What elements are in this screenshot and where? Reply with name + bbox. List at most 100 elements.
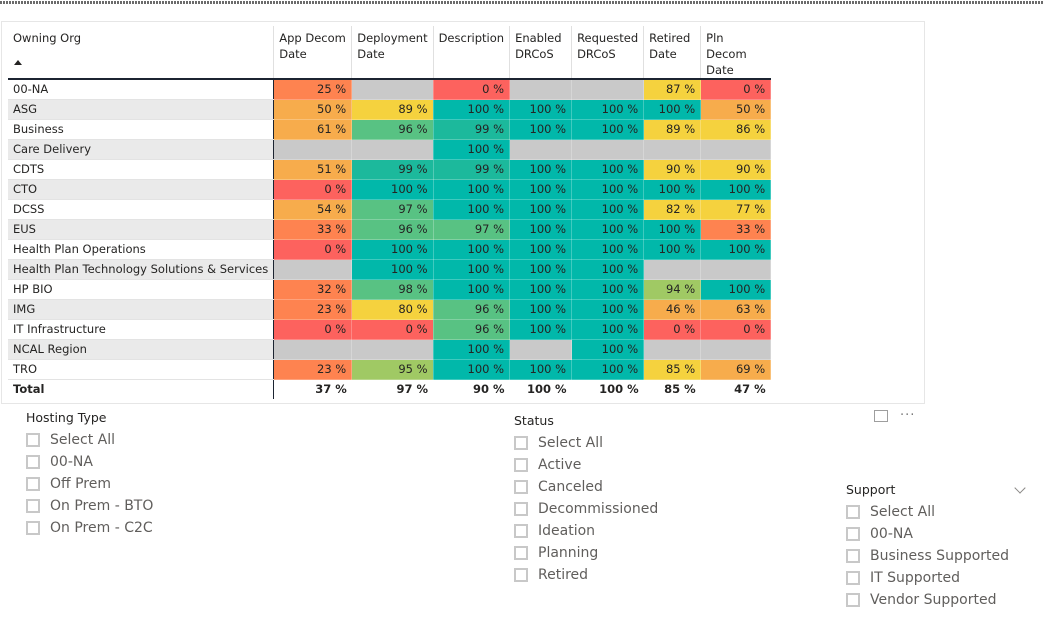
value-cell[interactable]: 100 % — [700, 279, 772, 300]
value-cell[interactable] — [643, 339, 702, 360]
value-cell[interactable]: 99 % — [433, 119, 511, 140]
slicer-item[interactable]: Active — [514, 454, 658, 476]
value-cell[interactable]: 96 % — [433, 299, 511, 320]
checkbox[interactable] — [514, 524, 528, 538]
value-cell[interactable]: 54 % — [273, 199, 353, 220]
sort-ascending-icon[interactable] — [14, 60, 22, 65]
value-cell[interactable]: 100 % — [571, 259, 645, 280]
table-row[interactable]: CTO 0 % 100 % 100 % 100 % 100 % 100 % 100 % — [8, 179, 772, 200]
table-row[interactable]: IMG 23 % 80 % 96 % 100 % 100 % 46 % 63 % — [8, 299, 772, 320]
slicer-item[interactable]: Retired — [514, 564, 658, 586]
row-header-cell[interactable]: TRO — [8, 359, 274, 380]
value-cell[interactable]: 100 % — [509, 319, 573, 340]
value-cell[interactable]: 50 % — [700, 99, 772, 120]
slicer-item[interactable]: Decommissioned — [514, 498, 658, 520]
more-options-icon[interactable]: ··· — [900, 409, 915, 422]
checkbox[interactable] — [514, 458, 528, 472]
table-row[interactable]: ASG 50 % 89 % 100 % 100 % 100 % 100 % 50 % — [8, 99, 772, 120]
value-cell[interactable]: 82 % — [643, 199, 702, 220]
value-cell[interactable]: 100 % — [433, 259, 511, 280]
value-cell[interactable]: 0 % — [273, 179, 353, 200]
value-cell[interactable]: 100 % — [509, 99, 573, 120]
value-cell[interactable]: 96 % — [351, 119, 434, 140]
value-cell[interactable]: 0 % — [273, 319, 353, 340]
value-cell[interactable] — [643, 259, 702, 280]
value-cell[interactable] — [700, 339, 772, 360]
value-cell[interactable]: 80 % — [351, 299, 434, 320]
focus-mode-icon[interactable] — [874, 410, 888, 422]
row-header-cell[interactable]: IMG — [8, 299, 274, 320]
table-row[interactable]: 00-NA 25 % 0 % 87 % 0 % — [8, 79, 772, 100]
value-cell[interactable]: 100 % — [433, 359, 511, 380]
checkbox[interactable] — [26, 499, 40, 513]
value-cell[interactable] — [509, 339, 573, 360]
table-row[interactable]: Health Plan Technology Solutions & Servi… — [8, 259, 772, 280]
row-header-cell[interactable]: Health Plan Operations — [8, 239, 274, 260]
value-cell[interactable] — [643, 139, 702, 160]
row-header-cell[interactable]: Business — [8, 119, 274, 140]
slicer-item[interactable]: Select All — [846, 501, 1009, 523]
checkbox[interactable] — [26, 521, 40, 535]
value-cell[interactable]: 32 % — [273, 279, 353, 300]
checkbox[interactable] — [514, 568, 528, 582]
value-cell[interactable]: 89 % — [643, 119, 702, 140]
value-cell[interactable]: 100 % — [433, 179, 511, 200]
slicer-item[interactable]: 00-NA — [846, 523, 1009, 545]
table-row[interactable]: Health Plan Operations 0 % 100 % 100 % 100 %… — [8, 239, 772, 260]
value-cell[interactable]: 100 % — [509, 299, 573, 320]
value-cell[interactable]: 23 % — [273, 359, 353, 380]
value-cell[interactable]: 0 % — [700, 79, 772, 100]
value-cell[interactable]: 69 % — [700, 359, 772, 380]
value-cell[interactable]: 97 % — [433, 219, 511, 240]
value-cell[interactable] — [351, 79, 434, 100]
value-cell[interactable]: 100 % — [571, 339, 645, 360]
slicer-item[interactable]: Ideation — [514, 520, 658, 542]
value-cell[interactable]: 46 % — [643, 299, 702, 320]
row-header-cell[interactable]: ASG — [8, 99, 274, 120]
value-cell[interactable]: 86 % — [700, 119, 772, 140]
value-cell[interactable]: 100 % — [571, 219, 645, 240]
value-cell[interactable]: 100 % — [509, 359, 573, 380]
value-cell[interactable]: 100 % — [571, 99, 645, 120]
checkbox[interactable] — [26, 455, 40, 469]
row-header-cell[interactable]: 00-NA — [8, 79, 274, 100]
value-cell[interactable]: 100 % — [571, 239, 645, 260]
value-cell[interactable]: 33 % — [700, 219, 772, 240]
value-cell[interactable]: 100 % — [433, 199, 511, 220]
value-cell[interactable] — [351, 339, 434, 360]
row-header-cell[interactable]: HP BIO — [8, 279, 274, 300]
value-cell[interactable] — [700, 259, 772, 280]
value-cell[interactable]: 100 % — [643, 239, 702, 260]
value-cell[interactable]: 100 % — [700, 239, 772, 260]
value-cell[interactable]: 0 % — [433, 79, 511, 100]
value-cell[interactable]: 100 % — [571, 199, 645, 220]
value-cell[interactable]: 61 % — [273, 119, 353, 140]
value-cell[interactable]: 94 % — [643, 279, 702, 300]
value-cell[interactable]: 51 % — [273, 159, 353, 180]
value-cell[interactable]: 100 % — [509, 279, 573, 300]
value-cell[interactable]: 96 % — [433, 319, 511, 340]
slicer-item[interactable]: Vendor Supported — [846, 589, 1009, 611]
value-cell[interactable]: 98 % — [351, 279, 434, 300]
row-header-cell[interactable]: Health Plan Technology Solutions & Servi… — [8, 259, 274, 280]
checkbox[interactable] — [514, 480, 528, 494]
header-pln-decom-date[interactable]: Pln Decom Date — [700, 26, 771, 79]
row-header-cell[interactable]: CDTS — [8, 159, 274, 180]
header-requested-drcos[interactable]: Requested DRCoS — [571, 26, 644, 79]
value-cell[interactable]: 90 % — [643, 159, 702, 180]
value-cell[interactable]: 100 % — [571, 299, 645, 320]
value-cell[interactable] — [700, 139, 772, 160]
value-cell[interactable]: 100 % — [571, 319, 645, 340]
value-cell[interactable]: 23 % — [273, 299, 353, 320]
row-header-cell[interactable]: EUS — [8, 219, 274, 240]
value-cell[interactable]: 100 % — [571, 359, 645, 380]
header-owning-org[interactable]: Owning Org — [8, 26, 274, 79]
chevron-down-icon[interactable] — [1014, 482, 1026, 494]
value-cell[interactable] — [351, 139, 434, 160]
value-cell[interactable]: 87 % — [643, 79, 702, 100]
checkbox[interactable] — [846, 549, 860, 563]
value-cell[interactable]: 33 % — [273, 219, 353, 240]
value-cell[interactable]: 100 % — [509, 179, 573, 200]
table-row[interactable]: EUS 33 % 96 % 97 % 100 % 100 % 100 % 33 % — [8, 219, 772, 240]
table-row[interactable]: CDTS 51 % 99 % 99 % 100 % 100 % 90 % 90 % — [8, 159, 772, 180]
